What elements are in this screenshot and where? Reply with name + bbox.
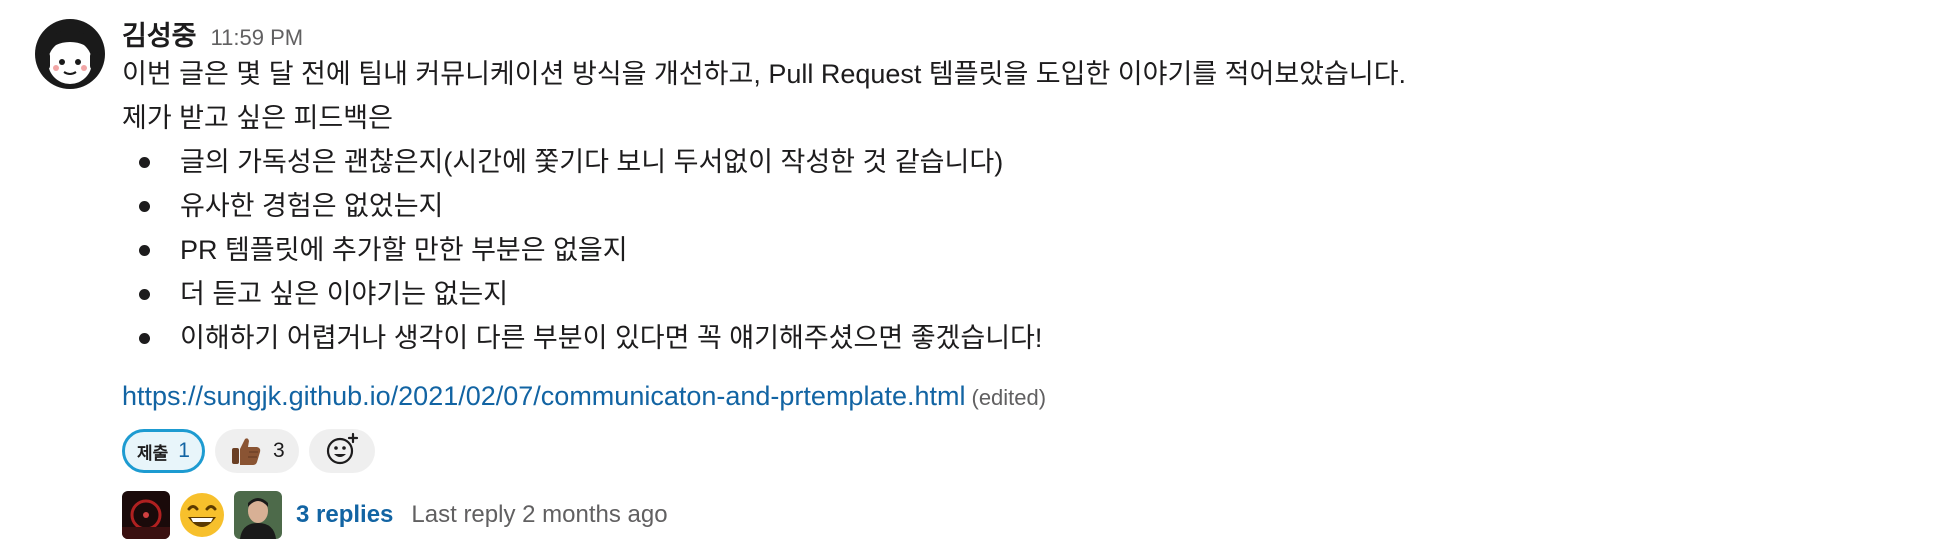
list-item: PR 템플릿에 추가할 만한 부분은 없을지 [122,228,1922,272]
bullet-icon [139,245,150,256]
author-avatar[interactable] [34,18,106,90]
thread-replies-link[interactable]: 3 replies [296,501,393,529]
list-item-text: 글의 가독성은 괜찮은지(시간에 쫓기다 보니 두서없이 작성한 것 같습니다) [180,147,1004,177]
thumbs-up-icon [229,434,263,468]
list-item-text: 이해하기 어렵거나 생각이 다른 부분이 있다면 꼭 얘기해주셨으면 좋겠습니다… [180,323,1043,353]
reaction-count: 1 [178,439,190,462]
reactions-bar: 제출 1 3 [122,426,1922,476]
list-item: 이해하기 어렵거나 생각이 다른 부분이 있다면 꼭 얘기해주셨으면 좋겠습니다… [122,316,1922,360]
submit-emoji-label: 제출 [137,443,169,463]
list-item: 유사한 경험은 없었는지 [122,184,1922,228]
message: 김성중 11:59 PM 이번 글은 몇 달 전에 팀내 커뮤니케이션 방식을 … [0,0,1960,560]
edited-label: (edited) [971,385,1047,410]
reaction-submit[interactable]: 제출 1 [122,429,205,473]
bullet-icon [139,201,150,212]
message-line: 이번 글은 몇 달 전에 팀내 커뮤니케이션 방식을 개선하고, Pull Re… [122,59,1407,89]
add-reaction-button[interactable] [308,429,375,473]
reply-avatar[interactable] [234,491,282,539]
reply-avatar[interactable] [178,491,226,539]
thread-last-reply: Last reply 2 months ago [411,501,668,528]
post-link[interactable]: https://sungjk.github.io/2021/02/07/comm… [122,381,966,411]
list-item: 글의 가독성은 괜찮은지(시간에 쫓기다 보니 두서없이 작성한 것 같습니다) [122,140,1922,184]
bullet-icon [139,333,150,344]
add-reaction-icon [324,431,360,472]
reaction-count: 3 [272,439,285,462]
message-content: 김성중 11:59 PM 이번 글은 몇 달 전에 팀내 커뮤니케이션 방식을 … [122,14,1922,540]
reaction-thumbs-up[interactable]: 3 [214,429,299,473]
list-item-text: PR 템플릿에 추가할 만한 부분은 없을지 [180,235,628,265]
list-item: 더 듣고 싶은 이야기는 없는지 [122,272,1922,316]
thread-summary[interactable]: 3 replies Last reply 2 months ago [122,490,1922,540]
bullet-icon [139,289,150,300]
author-name[interactable]: 김성중 [122,14,197,53]
feedback-list: 글의 가독성은 괜찮은지(시간에 쫓기다 보니 두서없이 작성한 것 같습니다)… [122,140,1922,360]
reply-avatar[interactable] [122,491,170,539]
bullet-icon [139,157,150,168]
list-item-text: 더 듣고 싶은 이야기는 없는지 [180,279,509,309]
message-line: 제가 받고 싶은 피드백은 [122,103,393,133]
list-item-text: 유사한 경험은 없었는지 [180,191,444,221]
link-row: https://sungjk.github.io/2021/02/07/comm… [122,376,1922,418]
message-header: 김성중 11:59 PM [122,14,1922,52]
message-timestamp[interactable]: 11:59 PM [211,25,304,51]
